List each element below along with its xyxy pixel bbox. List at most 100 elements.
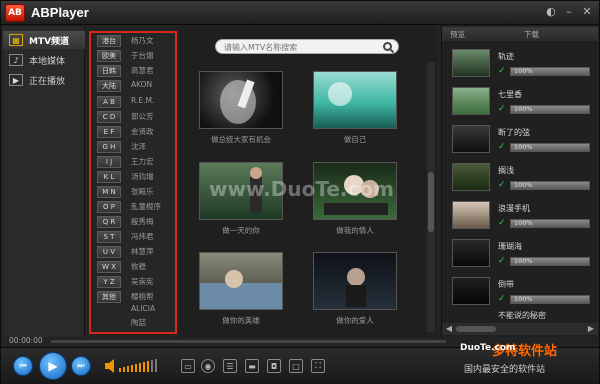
- artist-link[interactable]: 郭公芳: [131, 111, 154, 122]
- download-progress: 100%: [510, 143, 590, 152]
- download-item[interactable]: 断了的弦 ✓ 100%: [442, 123, 598, 159]
- skin-icon[interactable]: ◐: [543, 5, 559, 19]
- video-thumbnail[interactable]: [313, 71, 397, 129]
- artist-link[interactable]: 樱桃帮: [131, 291, 154, 302]
- nav-item-now-playing[interactable]: ▶ 正在播放: [3, 71, 85, 89]
- download-item[interactable]: 不能说的秘密: [442, 309, 598, 323]
- download-item[interactable]: 倒带 ✓ 100%: [442, 275, 598, 311]
- artist-link[interactable]: 张殿乐: [131, 186, 154, 197]
- download-progress: 100%: [510, 257, 590, 266]
- filter-letter-ef[interactable]: E F: [97, 126, 121, 138]
- artist-link[interactable]: 汤钧瑞: [131, 171, 154, 182]
- filter-letter-mn[interactable]: M N: [97, 186, 121, 198]
- download-item[interactable]: 珊瑚海 ✓ 100%: [442, 237, 598, 273]
- download-thumbnail[interactable]: [452, 125, 490, 153]
- video-caption[interactable]: 做你的爱人: [300, 315, 410, 326]
- filter-letter-gh[interactable]: G H: [97, 141, 121, 153]
- filter-letter-uv[interactable]: U V: [97, 246, 121, 258]
- artist-link[interactable]: R.E.M.: [131, 96, 154, 105]
- volume-control[interactable]: [105, 358, 165, 377]
- download-item[interactable]: 轨迹 ✓ 100%: [442, 47, 598, 83]
- video-caption[interactable]: 做总统大家有机会: [186, 134, 296, 145]
- filter-letter-op[interactable]: O P: [97, 201, 121, 213]
- scroll-left-icon[interactable]: ◀: [444, 323, 454, 335]
- artist-link[interactable]: 于台烟: [131, 50, 154, 61]
- video-caption[interactable]: 做你的英雄: [186, 315, 296, 326]
- download-item[interactable]: 七里香 ✓ 100%: [442, 85, 598, 121]
- download-thumbnail[interactable]: [452, 239, 490, 267]
- previous-button[interactable]: ⏮: [13, 356, 33, 376]
- artist-link[interactable]: 高慧君: [131, 65, 154, 76]
- artist-link[interactable]: AKON: [131, 80, 152, 89]
- download-thumbnail[interactable]: [452, 49, 490, 77]
- scroll-thumb[interactable]: [428, 172, 434, 232]
- video-caption[interactable]: 做我的情人: [300, 225, 410, 236]
- video-caption[interactable]: 做自己: [300, 134, 410, 145]
- filter-region-hk-tw[interactable]: 港台: [97, 35, 121, 47]
- nav-item-mtv[interactable]: ▦ MTV频道: [3, 31, 85, 49]
- download-thumbnail[interactable]: [452, 87, 490, 115]
- filter-letter-yz[interactable]: Y Z: [97, 276, 121, 288]
- download-item[interactable]: 搁浅 ✓ 100%: [442, 161, 598, 197]
- next-icon: ⏭: [77, 361, 85, 370]
- artist-link[interactable]: 攸稳: [131, 261, 146, 272]
- search-box[interactable]: [215, 39, 399, 54]
- folder-icon[interactable]: ▭: [181, 359, 195, 373]
- artist-link[interactable]: 杨乃文: [131, 35, 154, 46]
- watermark-logo: 多特软件站 DuoTe.com 国内最安全的软件站: [456, 340, 596, 384]
- download-title: 倒带: [498, 280, 514, 289]
- disc-icon[interactable]: ◉: [201, 359, 215, 373]
- next-button[interactable]: ⏭: [71, 356, 91, 376]
- filter-letter-st[interactable]: S T: [97, 231, 121, 243]
- download-scrollbar[interactable]: ◀ ▶: [442, 323, 598, 335]
- video-thumbnail[interactable]: [199, 71, 283, 129]
- play-icon: ▶: [48, 359, 58, 373]
- filter-region-western[interactable]: 欧美: [97, 50, 121, 62]
- filter-region-jp-kr[interactable]: 日韩: [97, 65, 121, 77]
- filter-letter-kl[interactable]: K L: [97, 171, 121, 183]
- artist-link[interactable]: 林慧萍: [131, 246, 154, 257]
- artist-link[interactable]: 殷秀梅: [131, 216, 154, 227]
- camera-icon[interactable]: ◘: [267, 359, 281, 373]
- artist-link[interactable]: 吴崇宪: [131, 276, 154, 287]
- search-icon[interactable]: [383, 42, 392, 51]
- screen-icon[interactable]: ▬: [245, 359, 259, 373]
- download-thumbnail[interactable]: [452, 201, 490, 229]
- filter-letter-wx[interactable]: W X: [97, 261, 121, 273]
- nav-item-local-media[interactable]: ♪ 本地媒体: [3, 51, 85, 69]
- filter-other[interactable]: 其他: [97, 291, 121, 303]
- artist-link[interactable]: ALICIA: [131, 304, 155, 313]
- settings-icon[interactable]: □: [289, 359, 303, 373]
- artist-link[interactable]: 金贤政: [131, 126, 154, 137]
- minimize-button[interactable]: –: [561, 5, 577, 19]
- download-item[interactable]: 浪漫手机 ✓ 100%: [442, 199, 598, 235]
- fullscreen-icon[interactable]: ⛶: [311, 359, 325, 373]
- video-thumbnail[interactable]: [313, 252, 397, 310]
- video-thumbnail[interactable]: [199, 252, 283, 310]
- playlist-icon[interactable]: ☰: [223, 359, 237, 373]
- artist-link[interactable]: 乱童楔序: [131, 201, 161, 212]
- artist-link[interactable]: 沈泽: [131, 141, 146, 152]
- seek-bar[interactable]: [51, 340, 446, 343]
- watermark-domain: DuoTe.com: [460, 343, 516, 353]
- close-button[interactable]: ✕: [579, 5, 595, 19]
- nav-item-label: 正在播放: [29, 76, 66, 87]
- grid-scrollbar[interactable]: [427, 62, 435, 332]
- scroll-thumb[interactable]: [456, 326, 496, 332]
- search-input[interactable]: [224, 41, 384, 53]
- filter-region-mainland[interactable]: 大陆: [97, 80, 121, 92]
- artist-link[interactable]: 冯炜君: [131, 231, 154, 242]
- download-thumbnail[interactable]: [452, 277, 490, 305]
- volume-icon[interactable]: [105, 358, 165, 374]
- title-bar[interactable]: AB ABPlayer ◐ – ✕: [1, 1, 599, 25]
- filter-letter-ij[interactable]: I J: [97, 156, 121, 168]
- video-caption[interactable]: 做一天的你: [186, 225, 296, 236]
- artist-link[interactable]: 陶喆: [131, 317, 146, 328]
- filter-letter-ab[interactable]: A B: [97, 96, 121, 108]
- play-button[interactable]: ▶: [39, 352, 67, 380]
- artist-link[interactable]: 王力宏: [131, 156, 154, 167]
- download-thumbnail[interactable]: [452, 163, 490, 191]
- filter-letter-cd[interactable]: C D: [97, 111, 121, 123]
- filter-letter-qr[interactable]: Q R: [97, 216, 121, 228]
- scroll-right-icon[interactable]: ▶: [586, 323, 596, 335]
